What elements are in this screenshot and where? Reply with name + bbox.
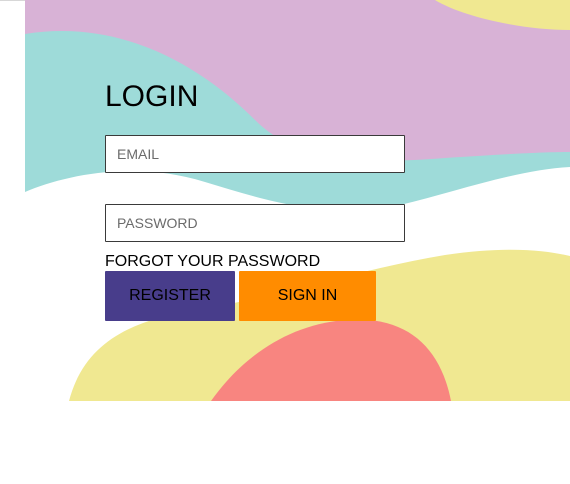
forgot-password-link[interactable]: FORGOT YOUR PASSWORD xyxy=(105,252,320,271)
password-input[interactable] xyxy=(105,204,405,242)
login-page: LOGIN FORGOT YOUR PASSWORD REGISTER SIGN… xyxy=(0,0,570,484)
email-input[interactable] xyxy=(105,135,405,173)
register-button[interactable]: REGISTER xyxy=(105,271,235,321)
decorative-background xyxy=(25,0,570,401)
sign-in-button[interactable]: SIGN IN xyxy=(239,271,376,321)
login-title: LOGIN xyxy=(105,80,199,113)
